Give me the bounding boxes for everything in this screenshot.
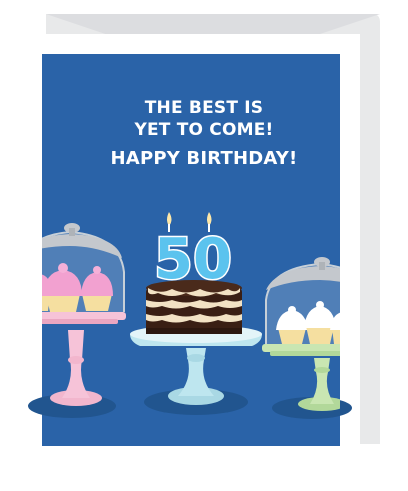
greeting-line-3: HAPPY BIRTHDAY!: [110, 148, 298, 169]
greeting-card-scene: 50: [0, 0, 408, 486]
greeting-line-2: YET TO COME!: [134, 120, 274, 140]
card-illustration: 50: [24, 14, 380, 464]
greeting-line-1: THE BEST IS: [144, 98, 264, 118]
candle-number: 50: [154, 227, 232, 292]
